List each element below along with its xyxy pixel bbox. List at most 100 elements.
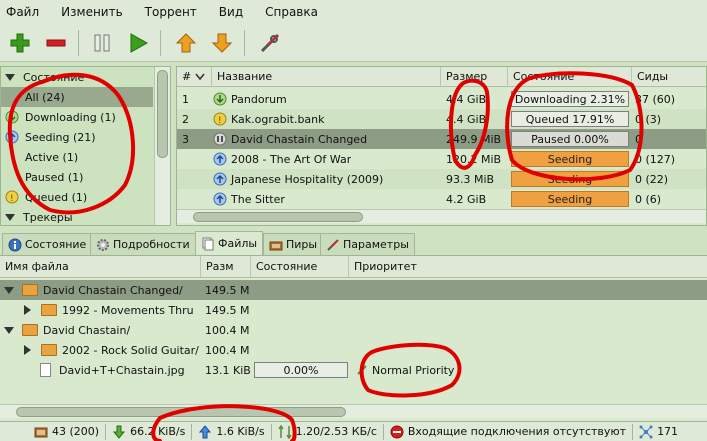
file-row[interactable]: David+T+Chastain.jpg 13.1 KiB 0.00% Norm… — [0, 360, 707, 380]
status-incoming[interactable]: Входящие подключения отсутствуют — [390, 425, 626, 439]
queued-icon: ! — [5, 190, 19, 204]
sidebar-item-seeding[interactable]: Seeding (21) — [1, 127, 153, 147]
sidebar-item-paused[interactable]: Paused (1) — [1, 167, 153, 187]
remove-icon — [46, 39, 66, 47]
column-header-number[interactable]: # — [177, 67, 212, 87]
column-header-filename[interactable]: Имя файла — [0, 256, 201, 278]
sidebar-item-label: Paused (1) — [25, 170, 84, 184]
pause-icon — [94, 34, 110, 52]
column-header-state[interactable]: Состояние — [508, 67, 632, 87]
state-header[interactable]: Состояние — [1, 67, 153, 87]
column-header-priority[interactable]: Приоритет — [349, 256, 707, 278]
file-priority-cell[interactable]: Normal Priority — [356, 360, 454, 380]
torrent-state: Seeding — [547, 172, 593, 186]
status-upload[interactable]: 1.6 KiB/s — [198, 424, 265, 439]
sidebar-scrollbar[interactable] — [154, 67, 170, 225]
scrollbar-thumb[interactable] — [193, 212, 363, 222]
add-icon — [10, 33, 30, 53]
queue-up-button[interactable] — [172, 29, 200, 57]
tab-options[interactable]: Параметры — [320, 233, 415, 255]
torrent-list: # Название Размер Состояние Сиды 1 Pando… — [176, 66, 707, 226]
menu-file[interactable]: Файл — [6, 5, 39, 19]
expander-down-icon[interactable] — [4, 326, 14, 334]
torrent-list-hscrollbar[interactable] — [177, 209, 706, 223]
torrent-progress-bar: Queued 17.91% — [511, 111, 629, 127]
column-header-label: # — [182, 70, 192, 83]
tab-details[interactable]: Подробности — [90, 233, 196, 255]
expander-down-icon[interactable] — [4, 286, 14, 294]
remove-torrent-button[interactable] — [42, 29, 70, 57]
file-row[interactable]: David Chastain Changed/ 149.5 M — [0, 280, 707, 300]
sidebar-item-active[interactable]: Active (1) — [1, 147, 153, 167]
torrent-seeds: 0 (127) — [635, 152, 676, 166]
no-entry-icon — [390, 425, 404, 438]
toolbar-separator — [160, 30, 161, 56]
column-header-name[interactable]: Название — [212, 67, 441, 87]
torrent-size: 120.2 MiB — [446, 152, 502, 166]
sidebar-item-all[interactable]: All (24) — [1, 87, 153, 107]
pause-button[interactable] — [88, 29, 116, 57]
seed-icon — [213, 152, 227, 166]
sidebar-item-queued[interactable]: ! Queued (1) — [1, 187, 153, 207]
tab-peers[interactable]: Пиры — [263, 233, 324, 255]
scrollbar-thumb[interactable] — [16, 407, 346, 417]
file-name-cell: 2002 - Rock Solid Guitar/ — [24, 340, 199, 360]
tab-status[interactable]: Состояние — [2, 233, 93, 255]
torrent-row[interactable]: The Sitter 4.2 GiB Seeding 0 (6) — [177, 189, 706, 209]
expander-right-icon[interactable] — [24, 305, 31, 315]
scrollbar-thumb[interactable] — [157, 70, 168, 158]
status-download[interactable]: 66.2 KiB/s — [112, 425, 185, 439]
files-icon — [202, 237, 214, 250]
torrent-size: 249.9 MiB — [446, 132, 502, 146]
menu-edit[interactable]: Изменить — [61, 5, 123, 19]
file-size: 13.1 KiB — [205, 363, 251, 377]
queue-down-button[interactable] — [208, 29, 236, 57]
column-header-label: Имя файла — [5, 260, 69, 273]
sidebar-item-label: All (24) — [25, 90, 65, 104]
column-header-filesize[interactable]: Разм — [201, 256, 251, 278]
torrent-row[interactable]: 2 ! Kak.ograbit.bank 4.4 GiB Queued 17.9… — [177, 109, 706, 129]
sort-down-icon — [195, 73, 205, 80]
torrent-name: 2008 - The Art Of War — [231, 152, 352, 166]
tools-icon — [327, 238, 339, 251]
torrent-name: Kak.ograbit.bank — [231, 112, 325, 126]
torrent-row[interactable]: 3 David Chastain Changed 249.9 MiB Pause… — [177, 129, 706, 149]
file-row[interactable]: David Chastain/ 100.4 M — [0, 320, 707, 340]
resume-button[interactable] — [124, 29, 152, 57]
torrent-name-cell: 2008 - The Art Of War — [213, 149, 351, 169]
status-connections[interactable]: 43 (200) — [34, 425, 99, 439]
expander-right-icon[interactable] — [24, 345, 31, 355]
trackers-header[interactable]: Трекеры — [1, 207, 153, 225]
seed-icon — [213, 192, 227, 206]
status-protocol[interactable]: 1.20/2.53 КБ/с — [277, 424, 377, 439]
status-connections-value: 43 (200) — [52, 425, 100, 438]
sidebar-item-downloading[interactable]: Downloading (1) — [1, 107, 153, 127]
file-row[interactable]: 2002 - Rock Solid Guitar/ 100.4 M — [0, 340, 707, 360]
download-icon — [213, 92, 227, 106]
column-header-filestate[interactable]: Состояние — [251, 256, 349, 278]
status-dht[interactable]: 171 — [639, 425, 678, 439]
toolbar-separator — [244, 30, 245, 56]
torrent-progress-bar: Seeding — [511, 191, 629, 207]
tab-files[interactable]: Файлы — [195, 231, 264, 255]
file-row[interactable]: 1992 - Movements Thru 149.5 M — [0, 300, 707, 320]
queue-down-icon — [211, 33, 233, 53]
menu-bar: Файл Изменить Торрент Вид Справка — [0, 0, 707, 24]
menu-help[interactable]: Справка — [265, 5, 318, 19]
torrent-row[interactable]: Japanese Hospitality (2009) 93.3 MiB See… — [177, 169, 706, 189]
preferences-button[interactable] — [256, 29, 284, 57]
folder-icon — [41, 304, 57, 316]
add-torrent-button[interactable] — [6, 29, 34, 57]
file-name-cell: David+T+Chastain.jpg — [40, 360, 185, 380]
column-header-seeds[interactable]: Сиды — [632, 67, 706, 87]
files-hscrollbar[interactable] — [0, 404, 707, 418]
menu-view[interactable]: Вид — [219, 5, 243, 19]
column-header-size[interactable]: Размер — [441, 67, 508, 87]
menu-torrent[interactable]: Торрент — [145, 5, 197, 19]
dht-icon — [639, 425, 653, 438]
torrent-row[interactable]: 1 Pandorum 4.4 GiB Downloading 2.31% 37 … — [177, 89, 706, 109]
torrent-name-cell: Pandorum — [213, 89, 287, 109]
status-download-value: 66.2 KiB/s — [130, 425, 186, 438]
torrent-row[interactable]: 2008 - The Art Of War 120.2 MiB Seeding … — [177, 149, 706, 169]
connections-icon — [34, 427, 48, 437]
